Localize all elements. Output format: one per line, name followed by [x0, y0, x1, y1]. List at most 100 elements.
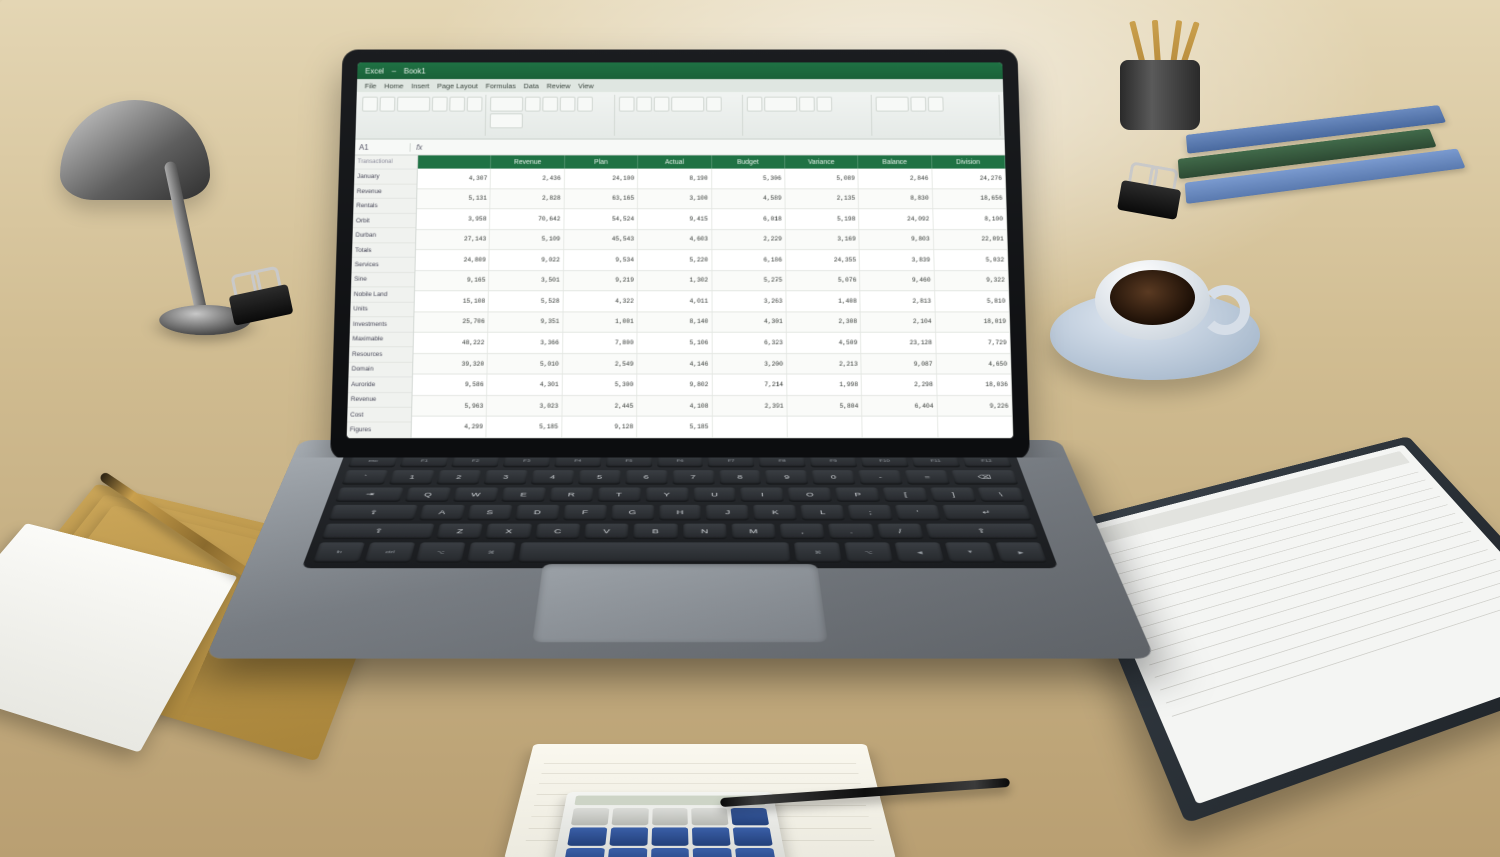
- table-row[interactable]: 3,95870,64254,5249,4156,0185,19824,0928,…: [416, 209, 1007, 229]
- cell[interactable]: 45,543: [564, 230, 638, 250]
- cell[interactable]: 4,650: [936, 354, 1011, 374]
- table-row[interactable]: 9,5864,3015,3009,8027,2141,9982,29818,03…: [413, 375, 1013, 396]
- cell[interactable]: 18,019: [935, 312, 1010, 332]
- cell[interactable]: 5,810: [935, 291, 1010, 311]
- cell[interactable]: 70,642: [490, 209, 564, 228]
- cell[interactable]: 8,830: [859, 189, 933, 208]
- row-label[interactable]: Figures: [347, 423, 411, 438]
- column-header[interactable]: Actual: [638, 155, 711, 168]
- cell[interactable]: 9,534: [564, 250, 638, 270]
- fx-icon[interactable]: fx: [411, 143, 429, 151]
- cell[interactable]: 5,106: [638, 333, 713, 353]
- cell[interactable]: 9,322: [934, 271, 1009, 291]
- name-box[interactable]: A1: [355, 143, 411, 151]
- menu-view[interactable]: View: [578, 81, 594, 89]
- row-label[interactable]: Investments: [350, 317, 414, 332]
- cell[interactable]: 18,036: [937, 375, 1012, 395]
- cell[interactable]: 1,001: [563, 312, 638, 332]
- table-row[interactable]: 25,7069,3511,0018,1404,3012,3082,10418,0…: [414, 312, 1010, 333]
- cell[interactable]: 5,275: [712, 271, 786, 291]
- column-header[interactable]: Plan: [565, 155, 638, 168]
- menu-data[interactable]: Data: [524, 81, 539, 89]
- cell[interactable]: 5,185: [637, 417, 712, 437]
- row-label[interactable]: Durban: [352, 228, 415, 243]
- cell[interactable]: 24,100: [565, 169, 639, 188]
- cell[interactable]: 2,213: [787, 354, 862, 374]
- cell[interactable]: 3,100: [638, 189, 712, 208]
- cell[interactable]: 2,828: [491, 189, 565, 208]
- menu-page-layout[interactable]: Page Layout: [437, 81, 478, 89]
- cell[interactable]: 2,308: [786, 312, 861, 332]
- cell[interactable]: [787, 417, 862, 437]
- cell[interactable]: 2,436: [491, 169, 565, 188]
- cell[interactable]: 4,301: [712, 312, 787, 332]
- cell[interactable]: 9,586: [413, 375, 488, 395]
- cell[interactable]: 24,276: [932, 169, 1006, 188]
- cell[interactable]: 7,214: [712, 375, 787, 395]
- cell[interactable]: 3,501: [489, 271, 563, 291]
- cell[interactable]: 5,804: [787, 396, 862, 416]
- cell[interactable]: 25,706: [414, 312, 489, 332]
- cell[interactable]: 24,092: [859, 209, 933, 228]
- cell[interactable]: 18,656: [932, 189, 1006, 208]
- cell[interactable]: 39,320: [413, 354, 488, 374]
- cell[interactable]: 5,131: [417, 189, 491, 208]
- cell[interactable]: 15,108: [415, 291, 490, 311]
- row-label[interactable]: Revenue: [354, 185, 417, 200]
- cell[interactable]: 4,011: [638, 291, 712, 311]
- cell[interactable]: 9,219: [564, 271, 638, 291]
- cell[interactable]: 8,140: [638, 312, 713, 332]
- row-label[interactable]: Orbit: [353, 214, 416, 229]
- menu-review[interactable]: Review: [547, 81, 571, 89]
- cell[interactable]: 9,415: [638, 209, 712, 228]
- cell[interactable]: 2,549: [563, 354, 638, 374]
- cell[interactable]: [712, 417, 787, 437]
- cell[interactable]: 9,460: [860, 271, 935, 291]
- menu-home[interactable]: Home: [384, 81, 404, 89]
- cell[interactable]: 3,023: [487, 396, 562, 416]
- row-label[interactable]: Cost: [347, 408, 411, 423]
- cell[interactable]: 2,298: [862, 375, 937, 395]
- row-label[interactable]: Resources: [349, 347, 413, 362]
- cell[interactable]: 4,322: [563, 291, 637, 311]
- cell[interactable]: 48,222: [414, 333, 489, 353]
- cell[interactable]: 2,229: [712, 230, 786, 250]
- cell[interactable]: 4,509: [787, 333, 862, 353]
- cell[interactable]: 5,306: [712, 169, 786, 188]
- cell[interactable]: 9,802: [637, 375, 712, 395]
- cell[interactable]: 4,146: [637, 354, 712, 374]
- row-label[interactable]: Domain: [348, 362, 412, 377]
- cell[interactable]: 5,963: [412, 396, 487, 416]
- cell[interactable]: 3,366: [488, 333, 563, 353]
- cell[interactable]: 4,603: [638, 230, 712, 250]
- cell[interactable]: 6,018: [712, 209, 786, 228]
- cell[interactable]: [938, 417, 1014, 437]
- cell[interactable]: 5,089: [785, 169, 859, 188]
- row-label[interactable]: January: [354, 170, 417, 185]
- cell[interactable]: 24,355: [786, 250, 860, 270]
- table-body[interactable]: 4,3072,43624,1008,1905,3065,0892,84624,2…: [412, 169, 1014, 439]
- row-label[interactable]: Sine: [351, 273, 414, 288]
- row-label[interactable]: Rentals: [353, 199, 416, 214]
- cell[interactable]: 2,445: [562, 396, 637, 416]
- cell[interactable]: 27,143: [416, 230, 490, 250]
- cell[interactable]: 7,800: [563, 333, 638, 353]
- menu-file[interactable]: File: [365, 81, 377, 89]
- cell[interactable]: 6,323: [712, 333, 787, 353]
- cell[interactable]: 1,302: [638, 271, 712, 291]
- table-row[interactable]: 4,3072,43624,1008,1905,3065,0892,84624,2…: [417, 169, 1006, 189]
- cell[interactable]: 2,135: [785, 189, 859, 208]
- cell[interactable]: 5,109: [490, 230, 564, 250]
- table-row[interactable]: 5,9633,0232,4454,1082,3915,8046,4049,226: [412, 396, 1013, 417]
- cell[interactable]: 2,391: [712, 396, 787, 416]
- cell[interactable]: 6,404: [862, 396, 937, 416]
- column-header[interactable]: Variance: [785, 155, 859, 168]
- cell[interactable]: 9,803: [860, 230, 934, 250]
- cell[interactable]: 9,022: [490, 250, 564, 270]
- cell[interactable]: 5,198: [785, 209, 859, 228]
- cell[interactable]: [863, 417, 939, 437]
- column-header[interactable]: Division: [932, 155, 1006, 168]
- row-label[interactable]: Nobile Land: [351, 288, 414, 303]
- cell[interactable]: 63,165: [564, 189, 638, 208]
- table-row[interactable]: 27,1435,10945,5434,6032,2293,1699,80322,…: [416, 230, 1008, 251]
